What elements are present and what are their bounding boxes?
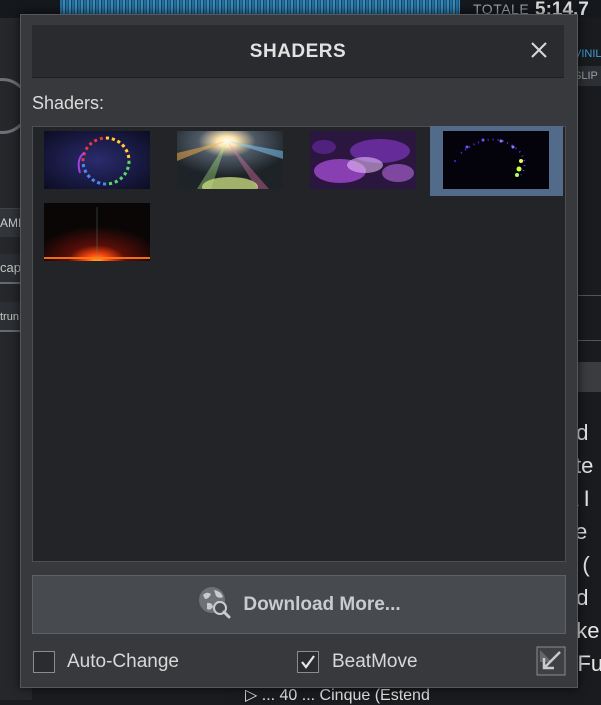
shader-thumb-fire-glow[interactable] [44,203,150,261]
resize-icon[interactable] [536,646,566,676]
vinyl-chip[interactable]: VINIL [574,44,601,64]
beatmove-checkbox[interactable] [297,651,319,673]
shader-thumb-rainbow-ring[interactable] [44,131,150,189]
shaders-label: Shaders: [32,93,105,113]
background-bottom-track[interactable]: ▷ ... 40 ... Cinque (Estend [245,685,430,705]
shader-thumb-purple-nebula[interactable] [310,131,416,189]
shader-thumb-light-burst[interactable] [177,131,283,189]
globe-search-icon [197,585,231,624]
download-more-button[interactable]: Download More... [32,575,566,634]
auto-change-label[interactable]: Auto-Change [67,651,179,673]
background-right-box [576,295,601,341]
close-icon[interactable] [526,37,552,63]
beatmove-label[interactable]: BeatMove [332,651,418,673]
shader-thumb-particle-arc[interactable] [430,126,563,196]
dialog-title: SHADERS [249,41,347,62]
shaders-dialog: SHADERS Shaders: Download More... Auto-C… [20,14,578,688]
slip-chip[interactable]: SLIP [574,66,601,86]
auto-change-checkbox[interactable] [33,651,55,673]
shaders-grid [32,126,566,562]
checkmark-icon [301,655,315,669]
dialog-titlebar: SHADERS [32,25,564,78]
background-waveform [60,0,460,14]
download-more-label: Download More... [243,593,401,615]
background-right-bar [578,362,601,392]
